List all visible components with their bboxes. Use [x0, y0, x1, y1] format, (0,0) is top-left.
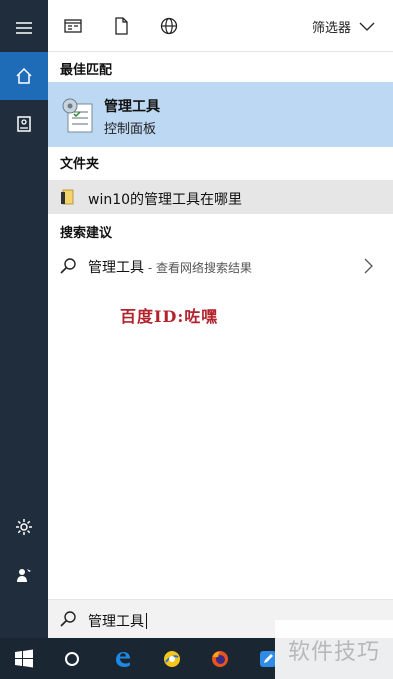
edge-button[interactable]: [103, 638, 143, 679]
filter-label: 筛选器: [311, 21, 351, 36]
edge-icon: [116, 651, 130, 667]
chevron-right-icon[interactable]: [363, 258, 373, 274]
web-icon[interactable]: [160, 17, 178, 35]
results-topbar: 筛选器: [48, 0, 393, 52]
cortana-button[interactable]: [52, 638, 92, 679]
search-results-panel: 筛选器 最佳匹配 管理工具 控制面板 文件夹 win10的管理工具在哪里 搜索建…: [48, 0, 393, 638]
document-icon[interactable]: [112, 17, 130, 35]
home-button[interactable]: [0, 52, 48, 100]
start-rail: [0, 0, 48, 638]
search-icon: [60, 258, 76, 274]
cortana-icon: [65, 651, 79, 666]
menu-button[interactable]: [0, 4, 48, 52]
baidu-watermark: 百度ID:咗嘿: [120, 307, 219, 326]
search-input[interactable]: 管理工具: [88, 611, 147, 631]
web-suggestion-secondary: - 查看网络搜索结果: [144, 261, 252, 275]
best-match-result[interactable]: 管理工具 控制面板: [48, 82, 393, 147]
windows-start-icon: [15, 649, 33, 667]
best-match-subtitle: 控制面板: [104, 122, 157, 137]
suggestions-heading: 搜索建议: [60, 226, 113, 241]
home-icon: [16, 67, 32, 84]
corner-watermark: 软件技巧: [275, 620, 393, 679]
firefox-icon: [212, 650, 228, 667]
corner-watermark-text: 软件技巧: [287, 639, 380, 665]
web-suggestion-label: 管理工具 - 查看网络搜索结果: [88, 257, 252, 277]
best-match-heading: 最佳匹配: [60, 63, 113, 78]
chevron-down-icon: [359, 22, 375, 31]
best-match-title: 管理工具: [104, 99, 160, 115]
feedback-icon: [17, 569, 31, 582]
firefox-button[interactable]: [200, 638, 240, 679]
web-suggestion[interactable]: 管理工具 - 查看网络搜索结果: [48, 250, 393, 282]
folders-heading: 文件夹: [60, 157, 100, 172]
search-input-value: 管理工具: [88, 614, 144, 630]
settings-button[interactable]: [0, 503, 48, 551]
web-suggestion-query: 管理工具: [88, 260, 144, 276]
search-icon: [60, 611, 76, 627]
feedback-button[interactable]: [0, 551, 48, 599]
folder-result[interactable]: win10的管理工具在哪里: [48, 180, 393, 214]
notebook-button[interactable]: [0, 100, 48, 148]
folder-result-label: win10的管理工具在哪里: [88, 192, 243, 208]
settings-icon: [16, 519, 32, 535]
qq-browser-button[interactable]: [152, 638, 192, 679]
qq-browser-icon: [164, 650, 180, 667]
app-icon[interactable]: [64, 17, 82, 35]
start-button[interactable]: [4, 638, 44, 679]
folder-icon: [61, 189, 74, 205]
menu-icon: [16, 22, 32, 34]
admin-tools-icon: [62, 98, 93, 133]
text-caret: [146, 613, 147, 629]
notebook-icon: [17, 116, 31, 132]
filter-dropdown[interactable]: 筛选器: [312, 17, 375, 36]
